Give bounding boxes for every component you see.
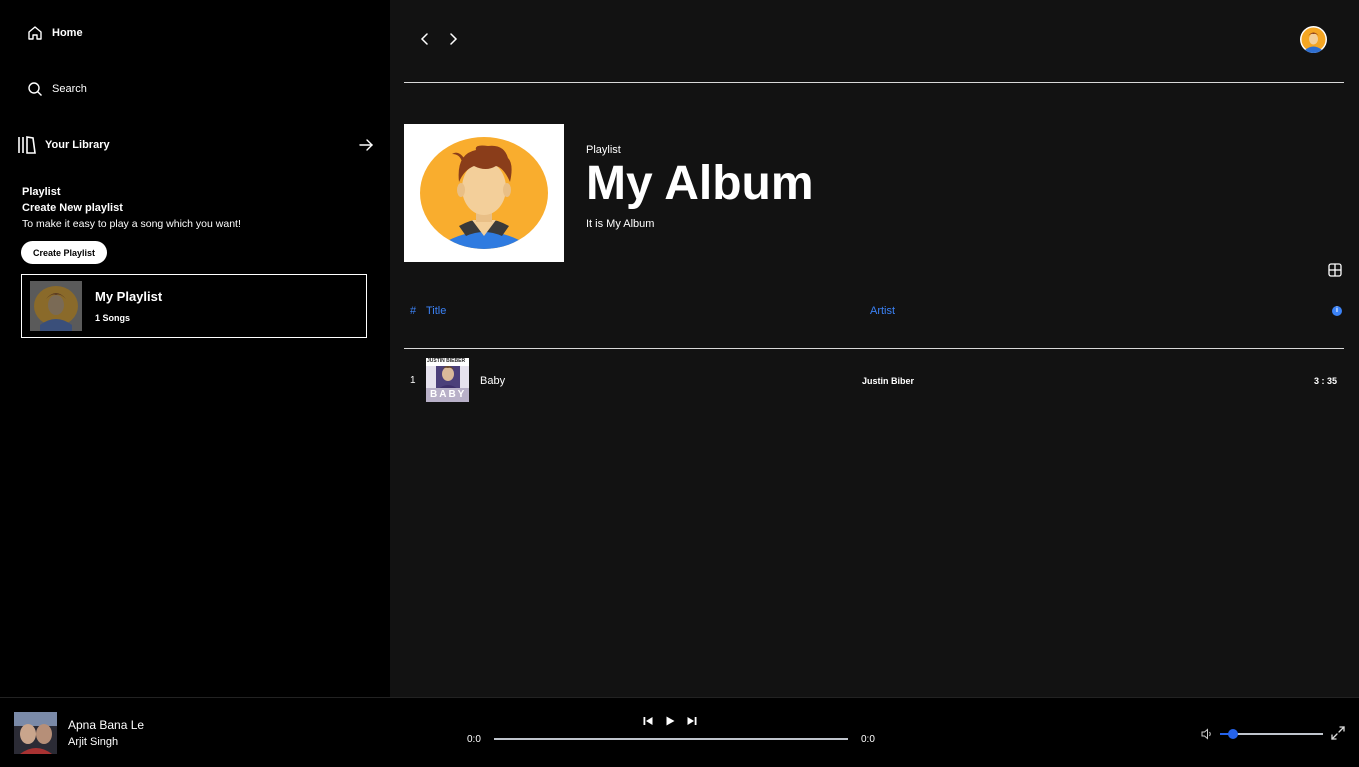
create-playlist-button[interactable]: Create Playlist [21,241,107,264]
track-duration: 3 : 35 [1314,376,1338,386]
playlist-card-thumbnail [30,281,82,331]
album-type-label: Playlist [586,144,621,156]
expand-library-button[interactable] [357,136,375,154]
header-title[interactable]: Title [426,305,446,317]
mute-button[interactable] [1201,727,1213,740]
nav-search-label: Search [52,83,87,95]
playlist-description: To make it easy to play a song which you… [22,218,241,230]
fullscreen-icon [1331,726,1345,740]
playlist-subheading: Create New playlist [22,202,123,214]
current-time: 0:0 [467,734,481,745]
user-avatar[interactable] [1300,26,1327,53]
next-button[interactable] [687,716,697,726]
create-playlist-section: Playlist Create New playlist To make it … [22,184,241,232]
track-table-header: # Title Artist i [404,305,1344,321]
playback-controls [643,716,697,726]
album-title: My Album [586,157,814,210]
player-bar: Apna Bana Le Arjit Singh 0:0 0:0 [0,697,1359,767]
library-label: Your Library [45,139,110,151]
volume-slider[interactable] [1220,729,1323,739]
history-nav [418,32,460,46]
search-icon [28,82,42,96]
track-row[interactable]: 1 JUSTIN BIEBER BABY Baby Justin Biber 3… [404,358,1344,402]
progress-bar[interactable] [494,738,848,740]
volume-handle[interactable] [1228,729,1239,739]
arrow-right-icon [358,139,373,151]
track-title: Baby [480,375,506,387]
fullscreen-button[interactable] [1331,726,1345,740]
library-header: Your Library [17,135,375,155]
header-artist[interactable]: Artist [870,305,895,317]
playlist-heading: Playlist [22,186,61,198]
play-button[interactable] [665,716,675,726]
playlist-card[interactable]: My Playlist 1 Songs [21,274,367,338]
next-icon [687,717,697,725]
volume-icon [1201,728,1211,740]
chevron-right-icon [450,33,458,45]
album-meta: Playlist My Album It is My Album [586,144,814,230]
previous-button[interactable] [643,716,653,726]
grid-view-button[interactable] [1328,263,1342,277]
nav-search[interactable]: Search [27,81,87,97]
now-playing-thumbnail [14,712,57,754]
track-thumbnail: JUSTIN BIEBER BABY [426,358,469,402]
album-cover [404,124,564,262]
forward-button[interactable] [446,32,460,46]
now-playing-title: Apna Bana Le [68,718,145,732]
grid-icon [1328,263,1342,277]
header-number: # [410,305,417,317]
library-icon [18,136,36,154]
chevron-left-icon [420,33,428,45]
play-icon [666,716,675,726]
nav-home[interactable]: Home [27,25,83,41]
table-divider [404,348,1344,349]
previous-icon [643,717,653,725]
header-divider [404,82,1344,83]
library-button[interactable]: Your Library [17,136,110,154]
back-button[interactable] [418,32,432,46]
track-artist: Justin Biber [862,376,915,386]
nav-home-label: Home [52,27,83,39]
home-icon [28,26,42,40]
sidebar: Home Search Your Library Playlist Create… [0,0,390,697]
track-thumbnail-text-bottom: BABY [430,389,467,400]
album-description: It is My Album [586,218,655,230]
track-thumbnail-text-top: JUSTIN BIEBER [427,358,466,364]
playlist-card-count: 1 Songs [95,313,131,323]
info-icon: i [1332,306,1342,316]
track-number: 1 [410,375,416,386]
playlist-card-title: My Playlist [95,289,163,304]
now-playing-artist: Arjit Singh [68,736,119,748]
main-content: Playlist My Album It is My Album # Title… [390,0,1359,697]
total-time: 0:0 [861,734,875,745]
